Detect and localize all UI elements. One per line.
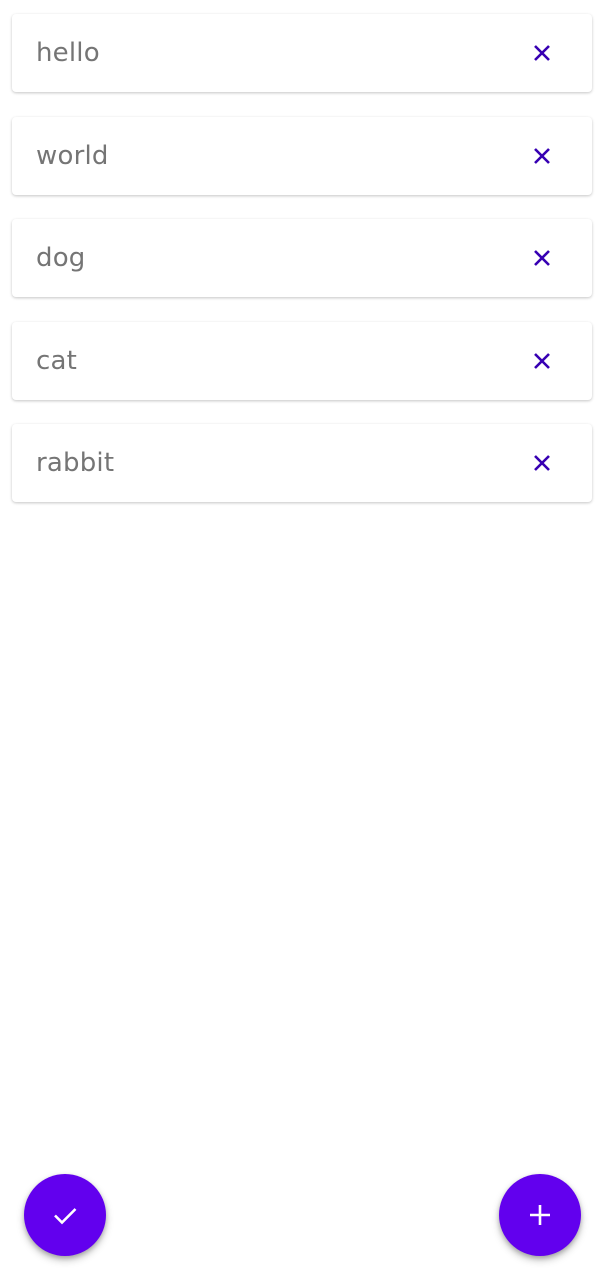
list-item: dog — [12, 219, 592, 297]
item-list: hello world dog cat rabbit — [12, 14, 592, 527]
plus-icon — [530, 1205, 550, 1225]
remove-item-button[interactable] — [522, 443, 562, 483]
list-item: hello — [12, 14, 592, 92]
remove-item-button[interactable] — [522, 33, 562, 73]
confirm-button[interactable] — [24, 1174, 106, 1256]
list-item: world — [12, 116, 592, 195]
close-icon — [534, 352, 550, 369]
list-item-label: world — [36, 140, 109, 171]
close-icon — [534, 250, 550, 266]
page: hello world dog cat rabbit — [0, 0, 605, 1280]
list-item: rabbit — [12, 424, 592, 502]
list-item-label: cat — [36, 345, 78, 376]
list-item-label: rabbit — [36, 448, 115, 478]
remove-item-button[interactable] — [522, 238, 562, 278]
list-item: cat — [12, 321, 592, 400]
remove-item-button[interactable] — [522, 136, 562, 176]
close-icon — [534, 455, 550, 471]
close-icon — [534, 45, 550, 61]
add-item-button[interactable] — [499, 1174, 581, 1256]
check-icon — [54, 1208, 77, 1225]
close-icon — [534, 147, 550, 164]
list-item-label: dog — [36, 243, 86, 273]
remove-item-button[interactable] — [522, 341, 562, 381]
list-item-label: hello — [36, 38, 100, 68]
